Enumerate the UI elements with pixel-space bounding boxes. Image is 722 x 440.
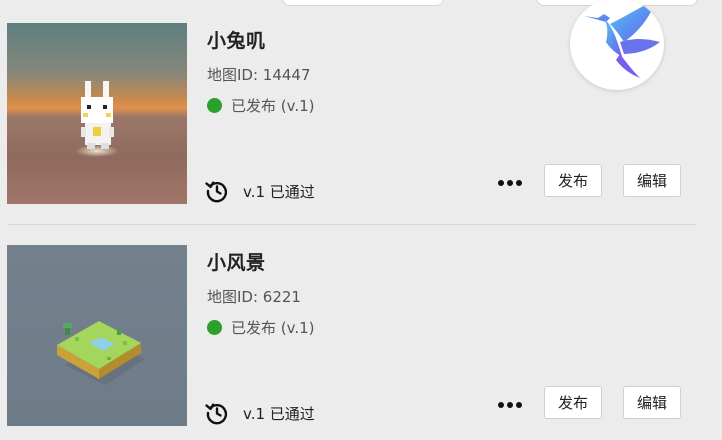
map-id: 地图ID: 6221	[207, 288, 301, 306]
publish-button[interactable]: 发布	[544, 164, 602, 197]
history-text: v.1 已通过	[243, 182, 315, 201]
publish-status: 已发布 (v.1)	[207, 95, 315, 116]
bunny-voxel-thumbnail[interactable]	[7, 23, 187, 204]
version-history[interactable]: v.1 已通过	[204, 178, 315, 204]
map-title[interactable]: 小兔叽	[207, 26, 266, 53]
more-icon[interactable]	[495, 173, 525, 193]
bird-logo-icon[interactable]	[570, 0, 664, 90]
status-text: 已发布 (v.1)	[231, 97, 315, 115]
card-divider	[7, 224, 697, 225]
top-pill-left[interactable]	[282, 0, 444, 6]
more-icon[interactable]	[495, 395, 525, 415]
status-text: 已发布 (v.1)	[231, 319, 315, 337]
status-dot-icon	[207, 320, 222, 335]
map-card: 小风景 地图ID: 6221 已发布 (v.1) v.1 已通过 发布 编辑	[7, 245, 697, 426]
publish-status: 已发布 (v.1)	[207, 317, 315, 338]
history-text: v.1 已通过	[243, 404, 315, 423]
landscape-voxel-thumbnail[interactable]	[7, 245, 187, 426]
history-icon[interactable]	[204, 178, 230, 204]
edit-button[interactable]: 编辑	[623, 386, 681, 419]
edit-button[interactable]: 编辑	[623, 164, 681, 197]
history-icon[interactable]	[204, 400, 230, 426]
publish-button[interactable]: 发布	[544, 386, 602, 419]
version-history[interactable]: v.1 已通过	[204, 400, 315, 426]
map-title[interactable]: 小风景	[207, 248, 266, 275]
map-id: 地图ID: 14447	[207, 66, 311, 84]
status-dot-icon	[207, 98, 222, 113]
